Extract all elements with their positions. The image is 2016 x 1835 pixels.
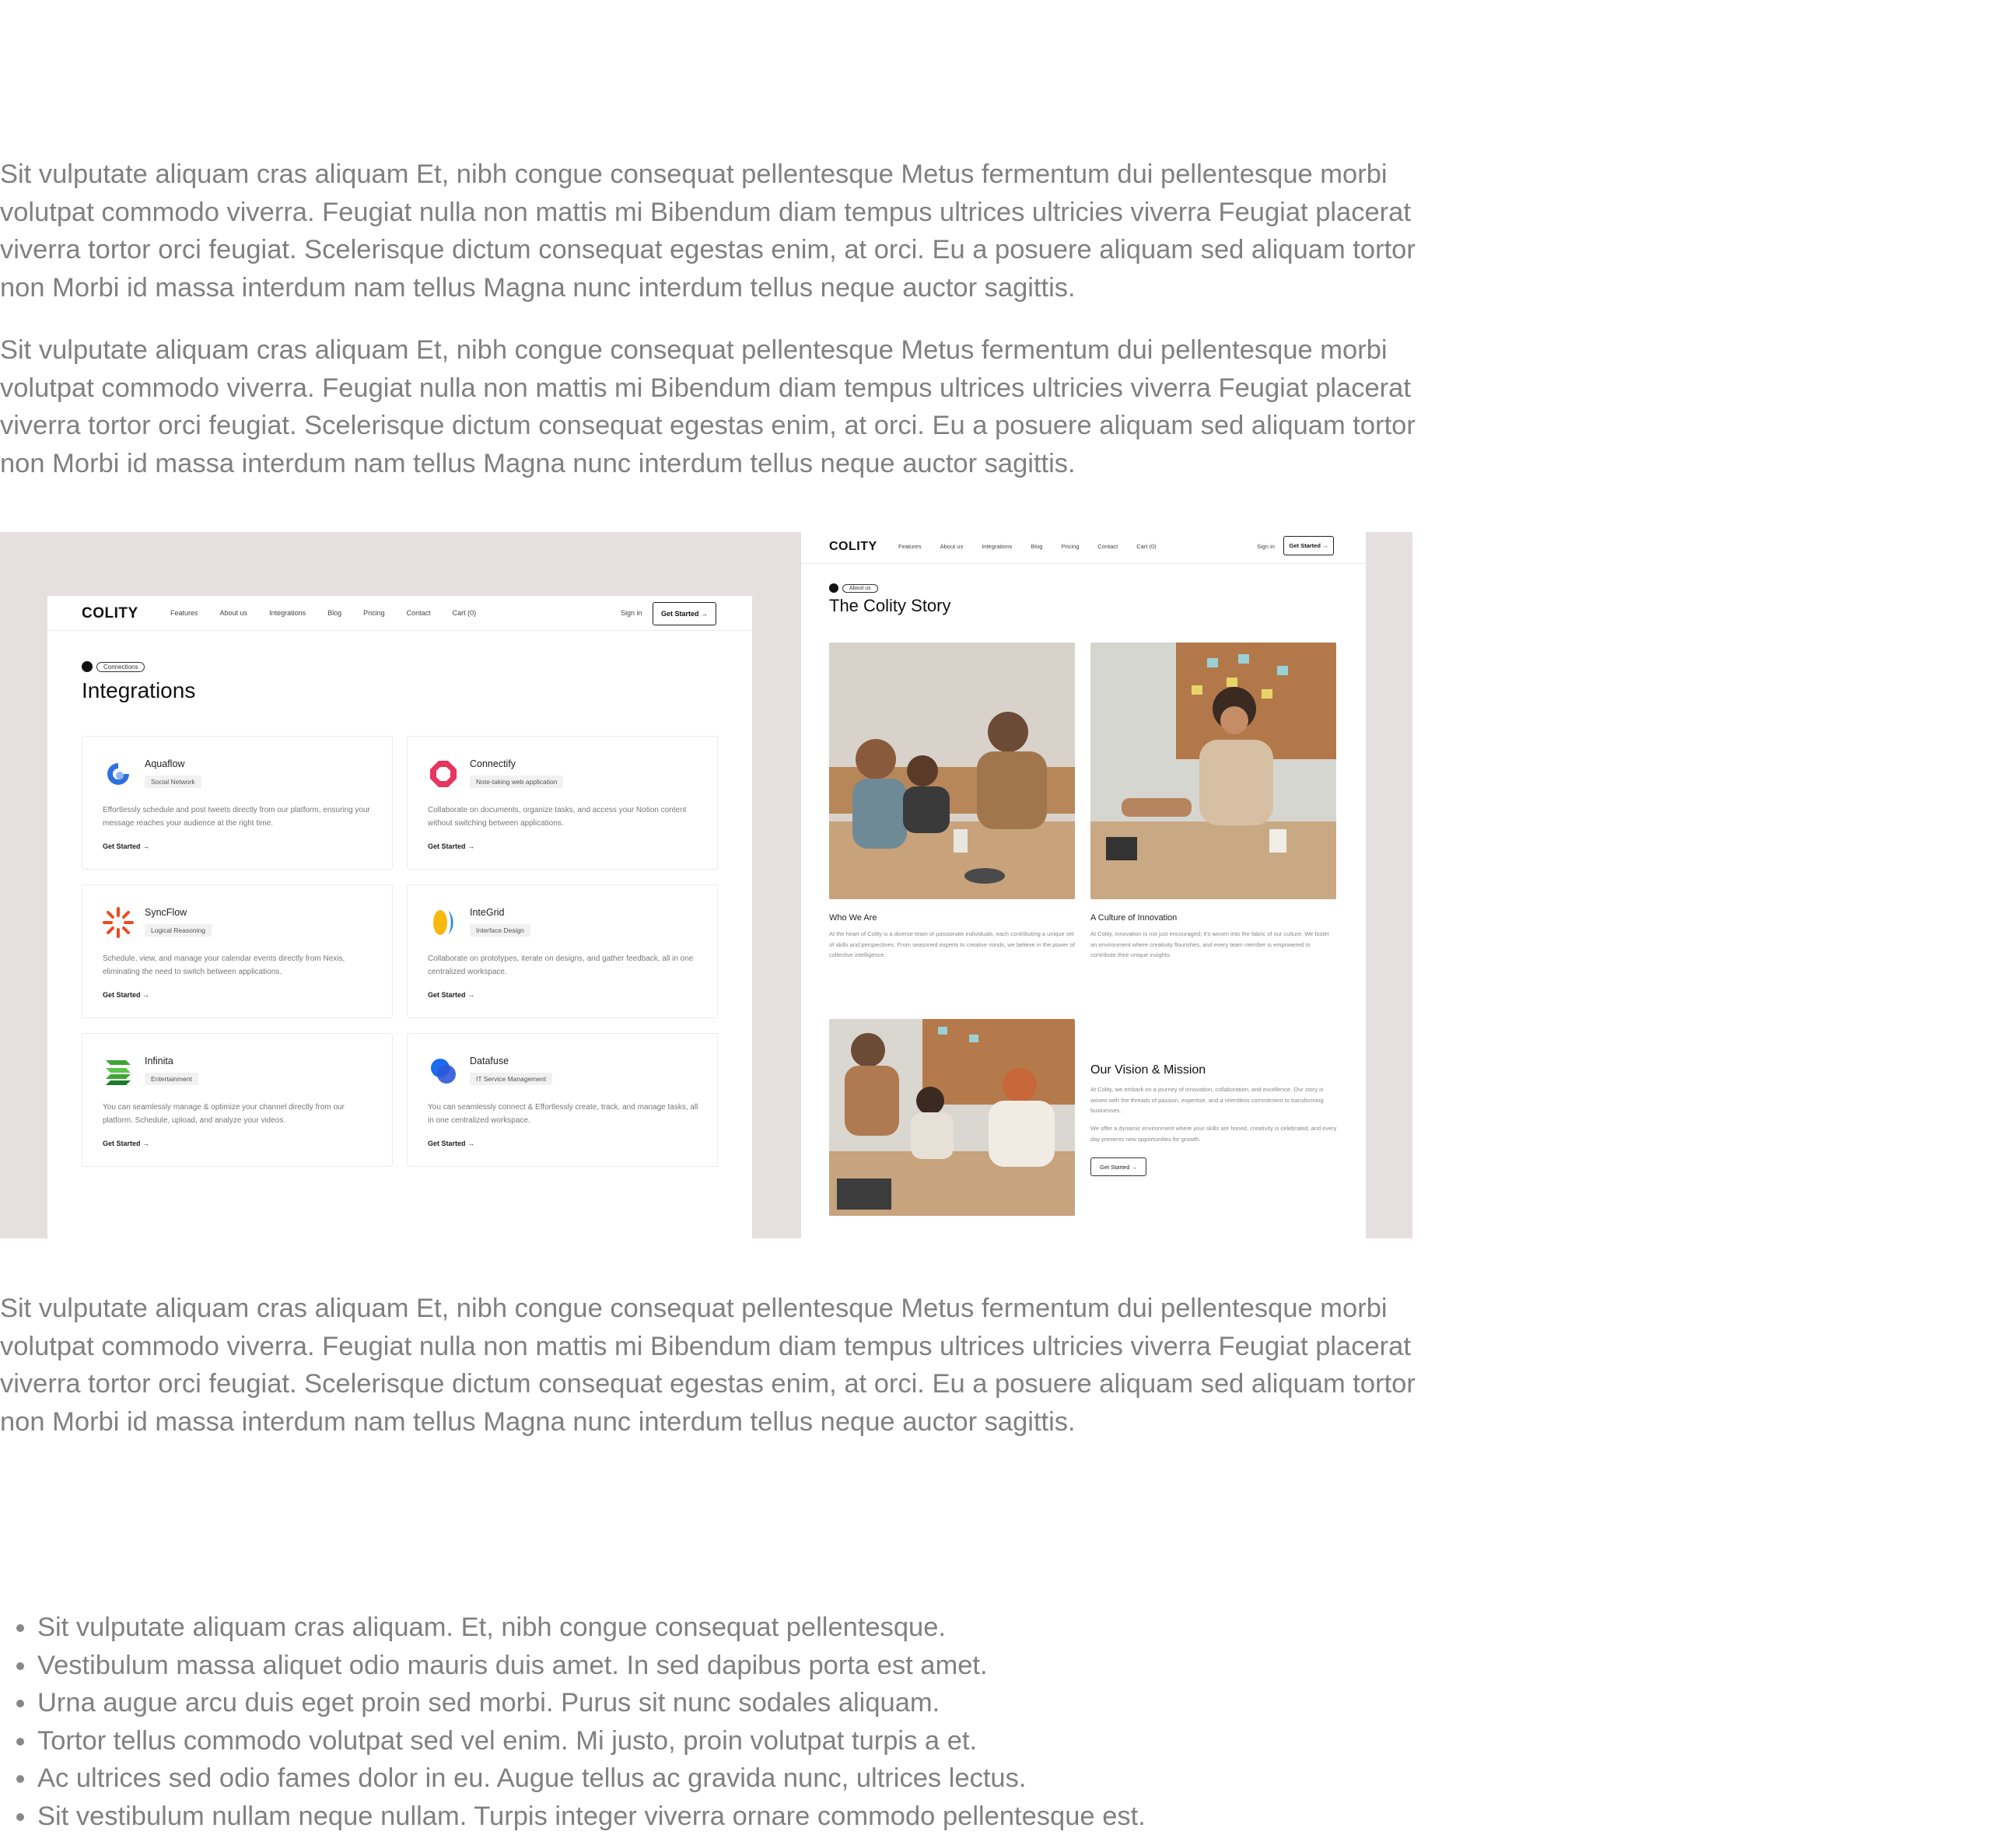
integration-card[interactable]: Datafuse IT Service Management You can s… bbox=[407, 1033, 718, 1167]
integration-card[interactable]: SyncFlow Logical Reasoning Schedule, vie… bbox=[82, 884, 393, 1018]
card-get-started-link[interactable]: Get Started → bbox=[428, 842, 474, 850]
culture-desc: At Colity, innovation is not just encour… bbox=[1090, 929, 1336, 961]
card-badge: IT Service Management bbox=[470, 1073, 552, 1085]
vision-get-started-button[interactable]: Get Started → bbox=[1090, 1157, 1146, 1176]
nav-link-integrations[interactable]: Integrations bbox=[269, 609, 306, 617]
card-get-started-link[interactable]: Get Started → bbox=[103, 1140, 149, 1147]
card-title: Infinita bbox=[145, 1056, 173, 1066]
mock-navbar: COLITY Features About us Integrations Bl… bbox=[801, 532, 1366, 564]
sign-in-link[interactable]: Sign in bbox=[1257, 543, 1275, 550]
nav-link-pricing[interactable]: Pricing bbox=[1061, 543, 1079, 550]
get-started-button[interactable]: Get Started → bbox=[1283, 536, 1334, 555]
vision-paragraph-2: We offer a dynamic environment where you… bbox=[1090, 1123, 1339, 1144]
card-get-started-link[interactable]: Get Started → bbox=[428, 991, 474, 999]
nav-links: Features About us Integrations Blog Pric… bbox=[170, 609, 476, 617]
card-description: Collaborate on documents, organize tasks… bbox=[428, 804, 700, 830]
datafuse-logo-icon bbox=[428, 1056, 459, 1087]
card-title: InteGrid bbox=[470, 907, 504, 918]
card-title: Connectify bbox=[470, 758, 516, 769]
story-screenshot: COLITY Features About us Integrations Bl… bbox=[801, 532, 1412, 1238]
nav-link-features[interactable]: Features bbox=[170, 609, 198, 617]
list-item: Tortor tellus commodo volutpat sed vel e… bbox=[37, 1722, 1146, 1760]
sign-in-link[interactable]: Sign in bbox=[621, 609, 642, 617]
integration-card[interactable]: Connectify Note-taking web application C… bbox=[407, 736, 718, 870]
nav-link-cart[interactable]: Cart (0) bbox=[1136, 543, 1156, 550]
card-badge: Note-taking web application bbox=[470, 776, 563, 788]
list-item: Urna augue arcu duis eget proin sed morb… bbox=[37, 1684, 1146, 1722]
colity-logo: COLITY bbox=[829, 540, 877, 554]
nav-link-contact[interactable]: Contact bbox=[407, 609, 431, 617]
nav-link-about[interactable]: About us bbox=[940, 543, 964, 550]
who-we-are-title: Who We Are bbox=[829, 913, 877, 923]
list-item: Ac ultrices sed odio fames dolor in eu. … bbox=[37, 1760, 1146, 1798]
integrations-page-mock: COLITY Features About us Integrations Bl… bbox=[47, 596, 752, 1238]
card-title: Datafuse bbox=[470, 1056, 509, 1066]
nav-link-about[interactable]: About us bbox=[220, 609, 248, 617]
card-badge: Interface Design bbox=[470, 924, 530, 937]
tag-dot bbox=[82, 661, 93, 672]
integrations-screenshot: COLITY Features About us Integrations Bl… bbox=[0, 532, 801, 1238]
integration-card[interactable]: Infinita Entertainment You can seamlessl… bbox=[82, 1033, 393, 1167]
vision-title: Our Vision & Mission bbox=[1090, 1063, 1206, 1077]
card-description: You can seamlessly connect & Effortlessl… bbox=[428, 1101, 700, 1127]
nav-link-contact[interactable]: Contact bbox=[1097, 543, 1118, 550]
body-paragraph-2: Sit vulputate aliquam cras aliquam Et, n… bbox=[0, 331, 1416, 482]
culture-title: A Culture of Innovation bbox=[1090, 913, 1177, 923]
story-title: The Colity Story bbox=[829, 596, 951, 616]
handshake-photo bbox=[829, 1019, 1075, 1216]
tag-pill: About us bbox=[842, 584, 878, 593]
nav-link-pricing[interactable]: Pricing bbox=[363, 609, 385, 617]
list-item: Sit vestibulum nullam neque nullam. Turp… bbox=[37, 1798, 1146, 1835]
card-title: Aquaflow bbox=[145, 758, 184, 769]
section-tag: About us bbox=[829, 583, 878, 593]
body-paragraph-1: Sit vulputate aliquam cras aliquam Et, n… bbox=[0, 156, 1416, 306]
card-get-started-link[interactable]: Get Started → bbox=[428, 1140, 474, 1147]
aquaflow-logo-icon bbox=[103, 758, 134, 790]
colity-logo: COLITY bbox=[82, 605, 138, 622]
mock-navbar: COLITY Features About us Integrations Bl… bbox=[47, 596, 752, 631]
nav-link-cart[interactable]: Cart (0) bbox=[453, 609, 477, 617]
nav-link-blog[interactable]: Blog bbox=[327, 609, 341, 617]
card-description: You can seamlessly manage & optimize you… bbox=[103, 1101, 375, 1127]
connectify-logo-icon bbox=[428, 758, 459, 790]
card-title: SyncFlow bbox=[145, 907, 187, 918]
section-tag: Connections bbox=[82, 661, 145, 672]
story-page-mock: COLITY Features About us Integrations Bl… bbox=[801, 532, 1366, 1238]
office-culture-photo bbox=[1090, 643, 1336, 899]
integrations-title: Integrations bbox=[82, 678, 195, 703]
infinita-logo-icon bbox=[103, 1056, 134, 1087]
card-badge: Entertainment bbox=[145, 1073, 198, 1085]
syncflow-logo-icon bbox=[103, 907, 134, 938]
get-started-button[interactable]: Get Started → bbox=[653, 602, 716, 625]
list-item: Sit vulputate aliquam cras aliquam. Et, … bbox=[37, 1609, 1146, 1647]
integrid-logo-icon bbox=[428, 907, 459, 938]
list-item: Vestibulum massa aliquet odio mauris dui… bbox=[37, 1647, 1146, 1685]
nav-link-integrations[interactable]: Integrations bbox=[982, 543, 1012, 550]
vision-paragraph-1: At Colity, we embark on a journey of inn… bbox=[1090, 1084, 1339, 1116]
card-description: Collaborate on prototypes, iterate on de… bbox=[428, 952, 700, 979]
card-badge: Logical Reasoning bbox=[145, 924, 212, 937]
integration-card[interactable]: InteGrid Interface Design Collaborate on… bbox=[407, 884, 718, 1018]
card-badge: Social Network bbox=[145, 776, 201, 788]
tag-dot bbox=[829, 583, 838, 593]
nav-links: Features About us Integrations Blog Pric… bbox=[898, 543, 1157, 550]
card-get-started-link[interactable]: Get Started → bbox=[103, 991, 149, 999]
card-description: Schedule, view, and manage your calendar… bbox=[103, 952, 375, 979]
who-we-are-desc: At the heart of Colity is a diverse team… bbox=[829, 929, 1075, 961]
nav-link-features[interactable]: Features bbox=[898, 543, 922, 550]
card-get-started-link[interactable]: Get Started → bbox=[103, 842, 149, 850]
team-meeting-photo bbox=[829, 643, 1075, 899]
nav-link-blog[interactable]: Blog bbox=[1031, 543, 1042, 550]
bullet-list: Sit vulputate aliquam cras aliquam. Et, … bbox=[0, 1609, 1146, 1835]
integration-card[interactable]: Aquaflow Social Network Effortlessly sch… bbox=[82, 736, 393, 870]
tag-pill: Connections bbox=[96, 662, 145, 672]
card-description: Effortlessly schedule and post tweets di… bbox=[103, 804, 375, 830]
body-paragraph-3: Sit vulputate aliquam cras aliquam Et, n… bbox=[0, 1290, 1416, 1441]
